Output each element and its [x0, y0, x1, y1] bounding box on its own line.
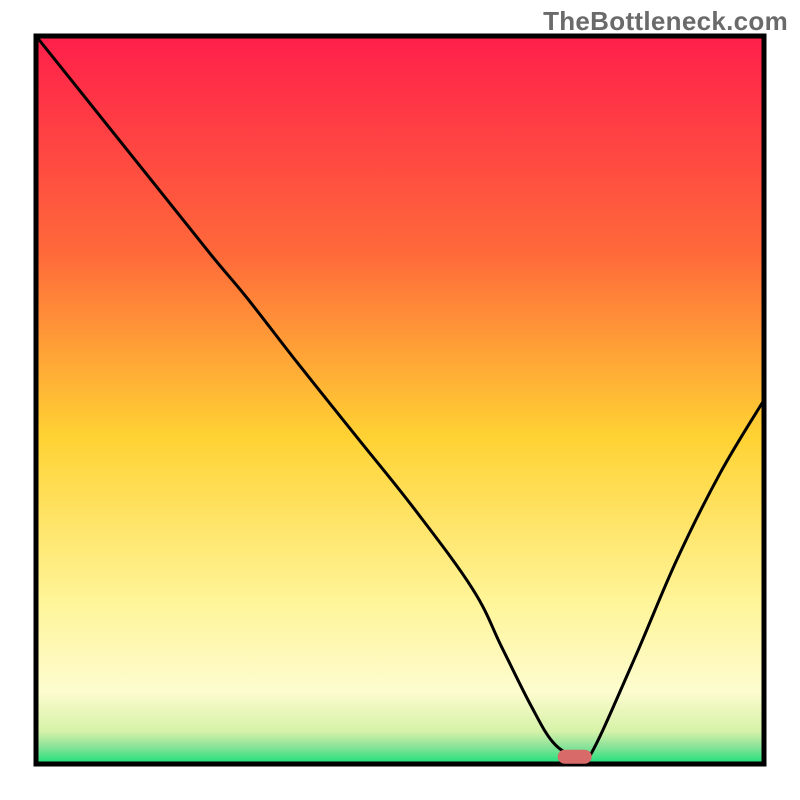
- plot-background: [36, 36, 764, 764]
- optimal-marker: [558, 750, 592, 764]
- bottleneck-chart: [0, 0, 800, 800]
- watermark-text: TheBottleneck.com: [543, 6, 788, 37]
- chart-container: TheBottleneck.com: [0, 0, 800, 800]
